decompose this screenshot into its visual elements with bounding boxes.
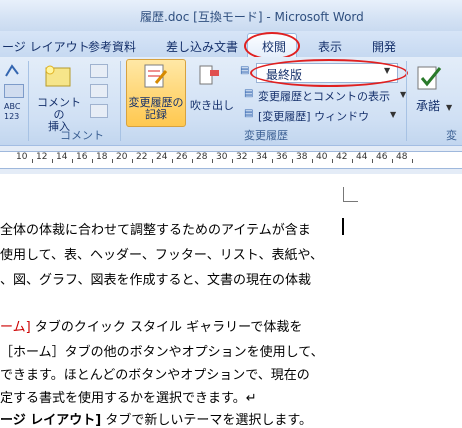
doc-line-4: ーム] タブのクイック スタイル ギャラリーで体裁を (0, 316, 302, 335)
ruler-tick (252, 159, 253, 163)
balloons-icon[interactable] (198, 64, 220, 88)
ruler-number: 24 (156, 152, 168, 162)
ruler-tick (352, 159, 353, 163)
ruler-number: 10 (16, 152, 28, 162)
margin-corner-mark (343, 187, 358, 202)
group-separator (406, 61, 407, 141)
next-comment-icon[interactable] (90, 104, 108, 118)
ruler-number: 28 (196, 152, 208, 162)
reviewing-pane-button[interactable]: [変更履歴] ウィンドウ (258, 108, 369, 124)
changes-group-label: 変 (446, 129, 457, 142)
ruler-tick (312, 159, 313, 163)
document-page[interactable] (0, 174, 462, 422)
ruler-number: 12 (36, 152, 48, 162)
ruler-tick (232, 159, 233, 163)
group-separator (120, 61, 121, 141)
ruler-number: 38 (296, 152, 308, 162)
reviewing-pane-icon: ▤ (244, 108, 254, 119)
ruler-number: 16 (76, 152, 88, 162)
research-icon[interactable] (4, 84, 24, 98)
doc-line-3: 、図、グラフ、図表を作成すると、文書の現在の体裁 (0, 273, 311, 288)
doc-line-4-home: ーム] (0, 320, 31, 335)
ruler-tick (112, 159, 113, 163)
review-tab-annotation (244, 32, 300, 60)
ruler-number: 30 (216, 152, 228, 162)
comment-group-label: コメント (60, 129, 104, 142)
window-title: 履歴.doc [互換モード] - Microsoft Word (140, 10, 364, 24)
ruler-tick (92, 159, 93, 163)
chevron-down-icon: ▼ (390, 110, 397, 119)
track-changes-icon (142, 63, 168, 89)
ruler-number: 34 (256, 152, 268, 162)
tab-mailings[interactable]: 差し込み文書 (166, 38, 238, 55)
ruler-number: 18 (96, 152, 108, 162)
tab-references[interactable]: 参考資料 (88, 38, 136, 55)
ruler-number: 42 (336, 152, 348, 162)
doc-line-8: ージ レイアウト] タブで新しいテーマを選択します。 (0, 409, 312, 428)
ruler-tick (72, 159, 73, 163)
tab-page-layout[interactable]: ージ レイアウト (2, 38, 90, 55)
ruler-tick (412, 159, 413, 163)
ruler-number: 48 (396, 152, 408, 162)
tab-view[interactable]: 表示 (318, 38, 342, 55)
doc-line-1: 全体の体裁に合わせて調整するためのアイテムが含ま (0, 223, 311, 238)
chevron-down-icon: ▼ (446, 103, 453, 112)
ruler-number: 26 (176, 152, 188, 162)
ruler-number: 20 (116, 152, 128, 162)
ruler-number: 32 (236, 152, 248, 162)
ruler-number: 36 (276, 152, 288, 162)
track-changes-group-label: 変更履歴 (244, 129, 288, 142)
accept-button[interactable]: 承諾 (416, 97, 440, 114)
ruler-number: 14 (56, 152, 68, 162)
spelling-icon[interactable] (4, 64, 22, 78)
doc-line-8-pagelayout: ージ レイアウト] (0, 413, 102, 428)
doc-line-7: 定する書式を使用するかを選択できます。↵ (0, 391, 257, 406)
ruler-tick (52, 159, 53, 163)
delete-comment-icon[interactable] (90, 64, 108, 78)
show-markup-icon: ▤ (244, 88, 254, 99)
ruler-tick (372, 159, 373, 163)
doc-line-4-text: タブのクイック スタイル ギャラリーで体裁を (34, 320, 303, 335)
previous-comment-icon[interactable] (90, 84, 108, 98)
track-changes-label: 変更履歴の 記録 (128, 96, 184, 121)
show-markup-button[interactable]: 変更履歴とコメントの表示 (258, 88, 390, 104)
ruler-tick (192, 159, 193, 163)
doc-line-2: 使用して、表、ヘッダー、フッター、リスト、表紙や、 (0, 248, 324, 263)
group-separator (28, 61, 29, 141)
accept-icon[interactable] (414, 64, 444, 92)
ruler-tick (32, 159, 33, 163)
ruler-tick (172, 159, 173, 163)
dropdown-annotation (250, 59, 408, 87)
ruler-tick (272, 159, 273, 163)
ruler-tick (292, 159, 293, 163)
ruler-tick (212, 159, 213, 163)
ruler-number: 46 (376, 152, 388, 162)
ruler-number: 44 (356, 152, 368, 162)
ruler-tick (132, 159, 133, 163)
ruler-tick (392, 159, 393, 163)
doc-line-5: ［ホーム］タブの他のボタンやオプションを使用して、 (0, 345, 324, 360)
doc-line-8-text: タブで新しいテーマを選択します。 (105, 413, 313, 428)
ruler-number: 22 (136, 152, 148, 162)
ruler-tick (332, 159, 333, 163)
word-count-icon[interactable]: ABC 123 (4, 102, 22, 124)
doc-line-6: できます。ほとんどのボタンやオプションで、現在の (0, 368, 310, 383)
ruler-number: 40 (316, 152, 328, 162)
ruler-tick (152, 159, 153, 163)
new-comment-icon[interactable] (44, 64, 74, 92)
text-cursor (342, 218, 344, 235)
balloons-button[interactable]: 吹き出し (190, 97, 234, 113)
tab-developer[interactable]: 開発 (372, 38, 396, 55)
